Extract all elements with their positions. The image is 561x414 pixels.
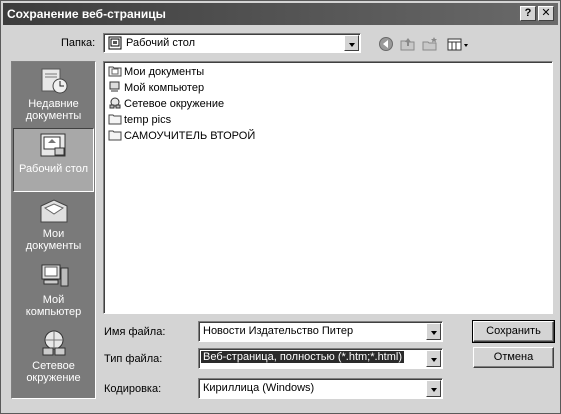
my-documents-icon bbox=[40, 199, 67, 223]
file-list[interactable]: Мои документы Мой компьютер Сетевое окру… bbox=[103, 61, 553, 314]
title-bar: Сохранение веб-страницы ? ✕ bbox=[3, 3, 558, 25]
filename-value: Новости Издательство Питер bbox=[203, 325, 354, 337]
place-label: документы bbox=[25, 240, 82, 252]
documents-folder-icon bbox=[108, 66, 122, 77]
place-label: документы bbox=[25, 110, 82, 122]
place-label: Мои bbox=[42, 228, 65, 240]
encoding-value: Кириллица (Windows) bbox=[203, 382, 315, 394]
desktop-icon bbox=[108, 36, 122, 50]
save-button[interactable]: Сохранить bbox=[472, 320, 555, 343]
back-icon[interactable] bbox=[377, 36, 395, 52]
place-label: Сетевое bbox=[32, 360, 75, 372]
folder-icon bbox=[108, 130, 122, 141]
place-label: Рабочий стол bbox=[18, 163, 89, 175]
place-my-computer[interactable]: Мой компьютер bbox=[13, 260, 94, 324]
window-title: Сохранение веб-страницы bbox=[7, 7, 166, 21]
place-recent[interactable]: Недавние документы bbox=[13, 64, 94, 128]
view-menu-icon[interactable] bbox=[447, 36, 471, 52]
place-my-documents[interactable]: Мои документы bbox=[13, 194, 94, 258]
list-item[interactable]: САМОУЧИТЕЛЬ ВТОРОЙ bbox=[108, 129, 255, 145]
my-computer-icon bbox=[41, 264, 68, 287]
folder-label: Папка: bbox=[61, 37, 96, 49]
folder-value: Рабочий стол bbox=[126, 37, 196, 49]
encoding-select[interactable]: Кириллица (Windows) bbox=[198, 378, 443, 399]
filename-field[interactable]: Новости Издательство Питер bbox=[198, 321, 443, 342]
list-item[interactable]: Мой компьютер bbox=[108, 81, 204, 97]
list-item[interactable]: temp pics bbox=[108, 113, 171, 129]
save-dialog: Сохранение веб-страницы ? ✕ Папка: Рабоч… bbox=[0, 0, 561, 414]
folder-icon bbox=[108, 114, 122, 125]
file-name: temp pics bbox=[124, 114, 172, 126]
filename-label: Имя файла: bbox=[104, 326, 166, 338]
filetype-label: Тип файла: bbox=[104, 353, 163, 365]
place-network[interactable]: Сетевое окружение bbox=[13, 326, 94, 390]
chevron-down-icon[interactable] bbox=[426, 380, 441, 397]
chevron-down-icon[interactable] bbox=[426, 323, 441, 340]
new-folder-icon[interactable] bbox=[421, 36, 439, 52]
filetype-select[interactable]: Веб-страница, полностью (*.htm;*.html) bbox=[198, 348, 443, 369]
place-label: Недавние bbox=[28, 98, 79, 110]
list-item[interactable]: Мои документы bbox=[108, 65, 204, 81]
file-name: САМОУЧИТЕЛЬ ВТОРОЙ bbox=[124, 130, 256, 142]
place-label: компьютер bbox=[25, 306, 82, 318]
recent-documents-icon bbox=[41, 68, 67, 94]
place-label: окружение bbox=[26, 372, 81, 384]
places-bar: Недавние документы Рабочий стол Мои доку… bbox=[11, 61, 96, 399]
up-folder-icon[interactable] bbox=[399, 36, 417, 52]
file-name: Мои документы bbox=[124, 66, 205, 78]
network-icon bbox=[109, 97, 121, 109]
place-desktop[interactable]: Рабочий стол bbox=[13, 128, 94, 192]
filetype-value: Веб-страница, полностью (*.htm;*.html) bbox=[201, 351, 405, 363]
network-icon bbox=[42, 330, 65, 356]
place-label: Мой bbox=[42, 294, 65, 306]
file-name: Мой компьютер bbox=[124, 82, 205, 94]
computer-icon bbox=[109, 81, 120, 92]
list-item[interactable]: Сетевое окружение bbox=[108, 97, 224, 113]
cancel-button[interactable]: Отмена bbox=[473, 347, 554, 368]
close-button[interactable]: ✕ bbox=[538, 6, 554, 21]
file-name: Сетевое окружение bbox=[124, 98, 225, 110]
desktop-icon bbox=[40, 133, 65, 157]
chevron-down-icon[interactable] bbox=[426, 350, 441, 367]
folder-combo[interactable]: Рабочий стол bbox=[103, 33, 361, 53]
chevron-down-icon[interactable] bbox=[344, 35, 359, 51]
encoding-label: Кодировка: bbox=[104, 383, 162, 395]
help-button[interactable]: ? bbox=[520, 6, 536, 21]
